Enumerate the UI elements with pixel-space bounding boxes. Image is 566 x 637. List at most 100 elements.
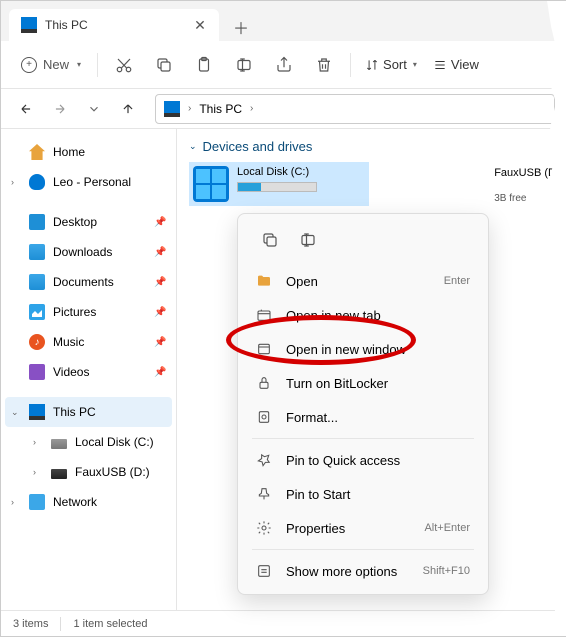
pin-icon: 📌 <box>154 337 166 348</box>
sidebar-item-desktop[interactable]: Desktop 📌 <box>5 207 172 237</box>
sidebar-label: Desktop <box>53 215 146 229</box>
sidebar-item-home[interactable]: Home <box>5 137 172 167</box>
breadcrumb-location[interactable]: This PC <box>199 102 242 116</box>
menu-more[interactable]: Show more options Shift+F10 <box>244 554 482 588</box>
status-selected: 1 item selected <box>73 618 147 630</box>
sidebar-item-pictures[interactable]: Pictures 📌 <box>5 297 172 327</box>
context-menu: Open Enter Open in new tab Open in new w… <box>237 213 489 595</box>
tab[interactable]: This PC ✕ <box>9 9 219 41</box>
drive-icon <box>51 439 67 449</box>
chevron-down-icon: ▾ <box>413 60 417 69</box>
chevron-right-icon: › <box>11 497 21 507</box>
chevron-down-icon: ⌄ <box>11 407 21 418</box>
sidebar-item-drive-c[interactable]: › Local Disk (C:) <box>5 427 172 457</box>
chevron-right-icon: › <box>33 437 43 447</box>
view-icon <box>433 58 447 72</box>
copy-button[interactable] <box>252 224 288 256</box>
sort-icon <box>365 58 379 72</box>
copy-button[interactable] <box>146 47 182 83</box>
chevron-right-icon: › <box>33 467 43 477</box>
tab-bar: This PC ✕ ＋ <box>1 1 565 41</box>
sort-button[interactable]: Sort ▾ <box>359 57 423 72</box>
menu-open[interactable]: Open Enter <box>244 264 482 298</box>
format-icon <box>256 409 272 425</box>
home-icon <box>29 144 45 160</box>
sort-label: Sort <box>383 57 407 72</box>
sidebar: Home › Leo - Personal Desktop 📌 Download… <box>1 129 177 610</box>
menu-label: Pin to Quick access <box>286 453 470 468</box>
share-button[interactable] <box>266 47 302 83</box>
sidebar-label: Local Disk (C:) <box>75 435 166 449</box>
chevron-down-icon: ▾ <box>77 60 81 69</box>
menu-label: Properties <box>286 521 410 536</box>
sidebar-item-drive-d[interactable]: › FauxUSB (D:) <box>5 457 172 487</box>
videos-icon <box>29 364 45 380</box>
menu-label: Show more options <box>286 564 409 579</box>
chevron-down-icon: ⌄ <box>189 141 197 152</box>
view-button[interactable]: View <box>427 57 485 72</box>
pin-icon <box>256 452 272 468</box>
sidebar-label: Home <box>53 145 166 159</box>
close-icon[interactable]: ✕ <box>193 18 207 32</box>
sidebar-label: Videos <box>53 365 146 379</box>
sidebar-item-network[interactable]: › Network <box>5 487 172 517</box>
chevron-right-icon: › <box>188 103 191 114</box>
pc-icon <box>164 101 180 117</box>
chevron-down-icon[interactable] <box>79 94 109 124</box>
menu-open-tab[interactable]: Open in new tab <box>244 298 482 332</box>
drive-free: 3B free <box>494 193 559 204</box>
cut-button[interactable] <box>106 47 142 83</box>
desktop-icon <box>29 214 45 230</box>
up-button[interactable] <box>113 94 143 124</box>
window-icon <box>256 341 272 357</box>
sidebar-label: Documents <box>53 275 146 289</box>
menu-bitlocker[interactable]: Turn on BitLocker <box>244 366 482 400</box>
menu-open-window[interactable]: Open in new window <box>244 332 482 366</box>
sidebar-item-downloads[interactable]: Downloads 📌 <box>5 237 172 267</box>
new-tab-button[interactable]: ＋ <box>227 13 255 41</box>
chevron-right-icon: › <box>11 177 21 187</box>
rename-button[interactable] <box>226 47 262 83</box>
folder-icon <box>256 273 272 289</box>
chevron-right-icon: › <box>250 103 253 114</box>
menu-accel: Alt+Enter <box>424 522 470 534</box>
network-icon <box>29 494 45 510</box>
onedrive-icon <box>29 174 45 190</box>
drive-name: FauxUSB (D: <box>494 167 559 179</box>
rename-button[interactable] <box>290 224 326 256</box>
sidebar-label: FauxUSB (D:) <box>75 465 166 479</box>
music-icon <box>29 334 45 350</box>
paste-button[interactable] <box>186 47 222 83</box>
sidebar-item-documents[interactable]: Documents 📌 <box>5 267 172 297</box>
sidebar-label: Leo - Personal <box>53 175 166 189</box>
forward-button[interactable] <box>45 94 75 124</box>
pictures-icon <box>29 304 45 320</box>
sidebar-item-this-pc[interactable]: ⌄ This PC <box>5 397 172 427</box>
breadcrumb[interactable]: › This PC › <box>155 94 555 124</box>
menu-label: Format... <box>286 410 470 425</box>
menu-label: Open in new tab <box>286 308 470 323</box>
menu-properties[interactable]: Properties Alt+Enter <box>244 511 482 545</box>
tab-icon <box>256 307 272 323</box>
lock-icon <box>256 375 272 391</box>
menu-pin-quick[interactable]: Pin to Quick access <box>244 443 482 477</box>
back-button[interactable] <box>11 94 41 124</box>
pin-icon: 📌 <box>154 367 166 378</box>
new-button[interactable]: + New ▾ <box>13 53 89 77</box>
pin-icon: 📌 <box>154 277 166 288</box>
section-header[interactable]: ⌄ Devices and drives <box>189 139 553 154</box>
toolbar: + New ▾ Sort ▾ View <box>1 41 565 89</box>
sidebar-item-music[interactable]: Music 📌 <box>5 327 172 357</box>
menu-pin-start[interactable]: Pin to Start <box>244 477 482 511</box>
drive-c[interactable]: Local Disk (C:) <box>189 162 369 206</box>
sidebar-label: Downloads <box>53 245 146 259</box>
delete-button[interactable] <box>306 47 342 83</box>
sidebar-item-videos[interactable]: Videos 📌 <box>5 357 172 387</box>
menu-format[interactable]: Format... <box>244 400 482 434</box>
documents-icon <box>29 274 45 290</box>
drive-usage-bar <box>237 182 317 192</box>
menu-accel: Enter <box>444 275 470 287</box>
sidebar-item-onedrive[interactable]: › Leo - Personal <box>5 167 172 197</box>
drive-d[interactable]: FauxUSB (D: 3B free <box>494 167 559 204</box>
menu-label: Open <box>286 274 430 289</box>
